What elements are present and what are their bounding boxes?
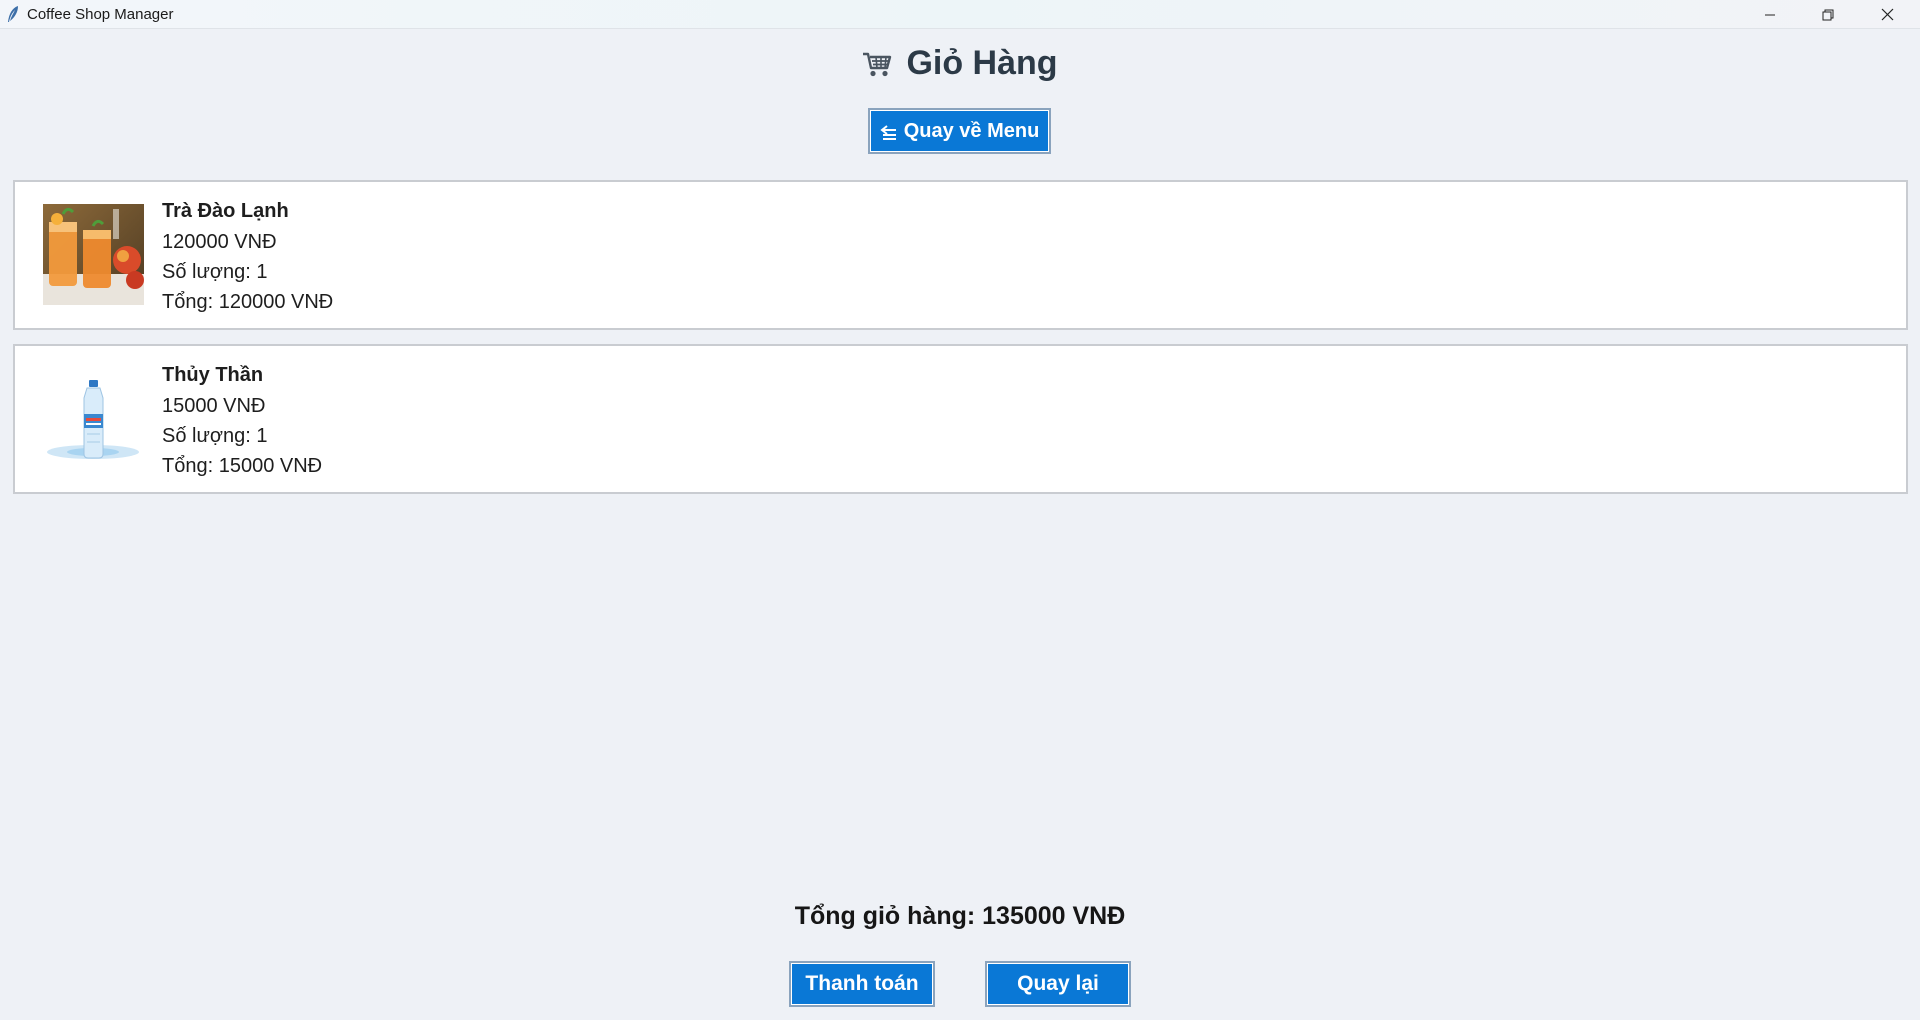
item-name: Trà Đào Lạnh [162, 200, 289, 222]
app-window: Coffee Shop Manager Giỏ Hàng Quay về Men… [0, 0, 1920, 1020]
cart-item: Thủy Thần 15000 VNĐ Số lượng: 1 Tổng: 15… [13, 344, 1908, 494]
minimize-icon [1765, 14, 1775, 15]
item-quantity: Số lượng: 1 [162, 261, 268, 283]
close-button[interactable] [1858, 0, 1916, 29]
title-bar: Coffee Shop Manager [0, 0, 1920, 29]
item-price: 120000 VNĐ [162, 231, 277, 253]
cart-item: Trà Đào Lạnh 120000 VNĐ Số lượng: 1 Tổng… [13, 180, 1908, 330]
item-total: Tổng: 15000 VNĐ [162, 455, 323, 477]
back-to-menu-label: Quay về Menu [903, 119, 1040, 142]
restore-icon [1822, 9, 1834, 20]
item-name: Thủy Thần [162, 364, 264, 386]
restore-button[interactable] [1799, 0, 1857, 29]
cart-grand-total: Tổng giỏ hàng: 135000 VNĐ [794, 902, 1126, 930]
cart-list: Trà Đào Lạnh 120000 VNĐ Số lượng: 1 Tổng… [13, 180, 1908, 508]
shopping-cart-icon [863, 52, 892, 76]
item-info: Thủy Thần 15000 VNĐ Số lượng: 1 Tổng: 15… [162, 360, 322, 481]
page-header: Giỏ Hàng [0, 44, 1920, 83]
minimize-button[interactable] [1741, 0, 1799, 29]
item-quantity: Số lượng: 1 [162, 425, 268, 447]
checkout-button[interactable]: Thanh toán [789, 961, 935, 1007]
close-icon [1881, 8, 1893, 21]
peach-tea-image [43, 204, 144, 305]
window-title: Coffee Shop Manager [27, 6, 174, 23]
page-title: Giỏ Hàng [906, 44, 1058, 82]
item-price: 15000 VNĐ [162, 395, 266, 417]
item-total: Tổng: 120000 VNĐ [162, 291, 334, 313]
item-info: Trà Đào Lạnh 120000 VNĐ Số lượng: 1 Tổng… [162, 196, 333, 317]
back-arrow-icon [880, 124, 896, 140]
back-button[interactable]: Quay lại [985, 961, 1131, 1007]
water-bottle-image [43, 368, 144, 469]
back-to-menu-button[interactable]: Quay về Menu [868, 108, 1051, 154]
feather-icon [8, 6, 18, 22]
